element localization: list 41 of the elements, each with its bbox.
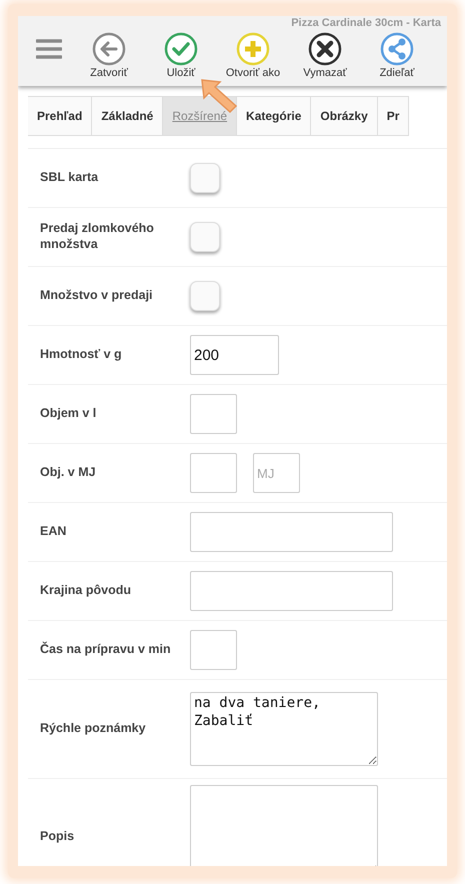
checkmark-icon <box>164 32 198 66</box>
back-icon <box>92 32 126 66</box>
field-label: Množstvo v predaji <box>39 288 154 304</box>
share-icon <box>380 32 414 66</box>
field-label: EAN <box>39 524 68 540</box>
plus-icon <box>236 32 270 66</box>
input-field[interactable]: 200 <box>190 335 279 375</box>
field-label: Objem v l <box>39 406 98 422</box>
input-field[interactable] <box>190 512 393 552</box>
input-field[interactable] <box>190 571 393 611</box>
field-label: Krajina pôvodu <box>39 583 132 599</box>
delete-button[interactable]: Vymazať <box>292 32 358 79</box>
tab[interactable]: Pr <box>378 96 410 136</box>
window-title: Pizza Cardinale 30cm - Karta <box>291 17 441 29</box>
save-button[interactable]: Uložiť <box>148 32 214 79</box>
tab[interactable]: Prehľad <box>28 96 92 136</box>
field-label: SBL karta <box>39 170 100 186</box>
close-icon <box>308 32 342 66</box>
tab[interactable]: Kategórie <box>237 96 312 136</box>
field-label: Rýchle poznámky <box>39 721 147 737</box>
share-button[interactable]: Zdieľať <box>364 32 430 79</box>
open-as-button[interactable]: Otvoriť ako <box>220 32 286 79</box>
menu-button[interactable] <box>36 38 62 60</box>
input-field[interactable] <box>190 394 237 434</box>
field-label: Čas na prípravu v min <box>39 642 172 658</box>
checkbox[interactable] <box>190 281 220 311</box>
input-field[interactable] <box>190 630 237 670</box>
tab[interactable]: Základné <box>92 96 164 136</box>
field-label: Obj. v MJ <box>39 465 97 481</box>
menu-icon <box>36 38 62 60</box>
field-label: Hmotnosť v g <box>39 347 123 363</box>
text-area[interactable]: na dva taniere, Zabaliť <box>190 692 378 766</box>
text-area[interactable] <box>190 785 378 866</box>
close-button[interactable]: Zatvoriť <box>76 32 142 79</box>
field-label: Popis <box>39 829 76 845</box>
checkbox[interactable] <box>190 163 220 193</box>
input-field[interactable] <box>190 453 237 493</box>
field-label: Predaj zlomkového množstva <box>39 221 155 253</box>
tab[interactable]: Obrázky <box>311 96 378 136</box>
checkbox[interactable] <box>190 222 220 252</box>
unit-field[interactable]: MJ <box>253 453 300 493</box>
